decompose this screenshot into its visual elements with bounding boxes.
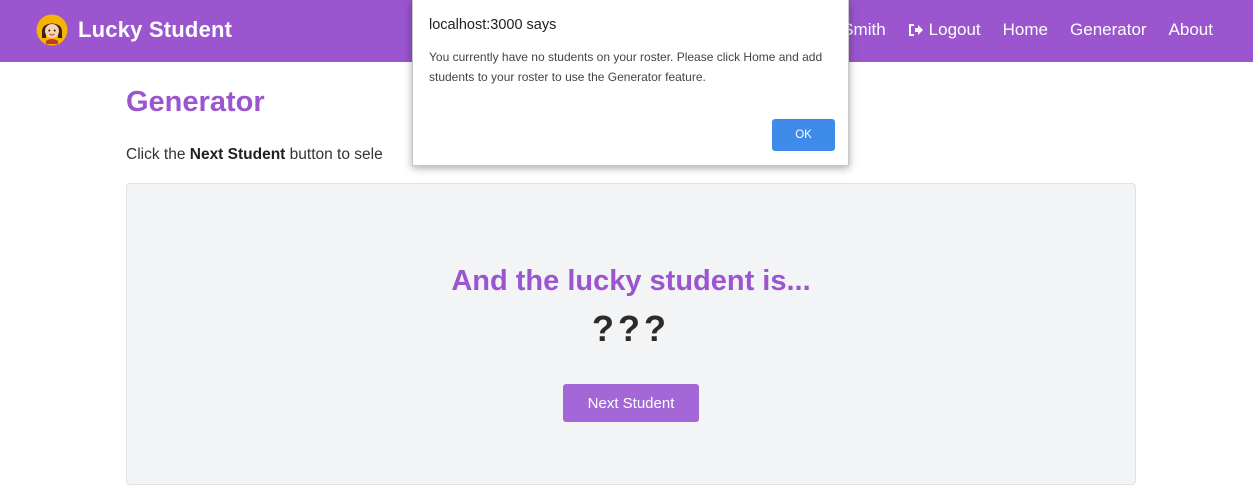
next-student-button[interactable]: Next Student bbox=[563, 384, 699, 422]
nav-home-link[interactable]: Home bbox=[1003, 20, 1048, 40]
student-avatar-icon bbox=[36, 14, 68, 46]
generator-panel: And the lucky student is... ??? Next Stu… bbox=[126, 183, 1136, 485]
dialog-title: localhost:3000 says bbox=[429, 17, 557, 33]
logout-label: Logout bbox=[928, 20, 981, 39]
brand-link[interactable]: Lucky Student bbox=[36, 14, 232, 46]
lucky-student-name: ??? bbox=[592, 308, 670, 349]
logout-icon bbox=[908, 24, 923, 36]
nav-links: Smith Logout Home Generator About bbox=[842, 20, 1213, 40]
instructions-prefix: Click the bbox=[126, 146, 190, 163]
logout-link[interactable]: Logout bbox=[908, 20, 981, 40]
nav-generator-link[interactable]: Generator bbox=[1070, 20, 1147, 40]
instructions-suffix: button to sele bbox=[285, 146, 383, 163]
nav-about-link[interactable]: About bbox=[1169, 20, 1213, 40]
brand-name: Lucky Student bbox=[78, 17, 233, 42]
alert-dialog: localhost:3000 says You currently have n… bbox=[412, 0, 849, 166]
dialog-message: You currently have no students on your r… bbox=[429, 50, 823, 84]
instructions-bold: Next Student bbox=[189, 146, 286, 163]
dialog-ok-button[interactable]: OK bbox=[772, 119, 835, 151]
lucky-heading: And the lucky student is... bbox=[451, 265, 811, 297]
